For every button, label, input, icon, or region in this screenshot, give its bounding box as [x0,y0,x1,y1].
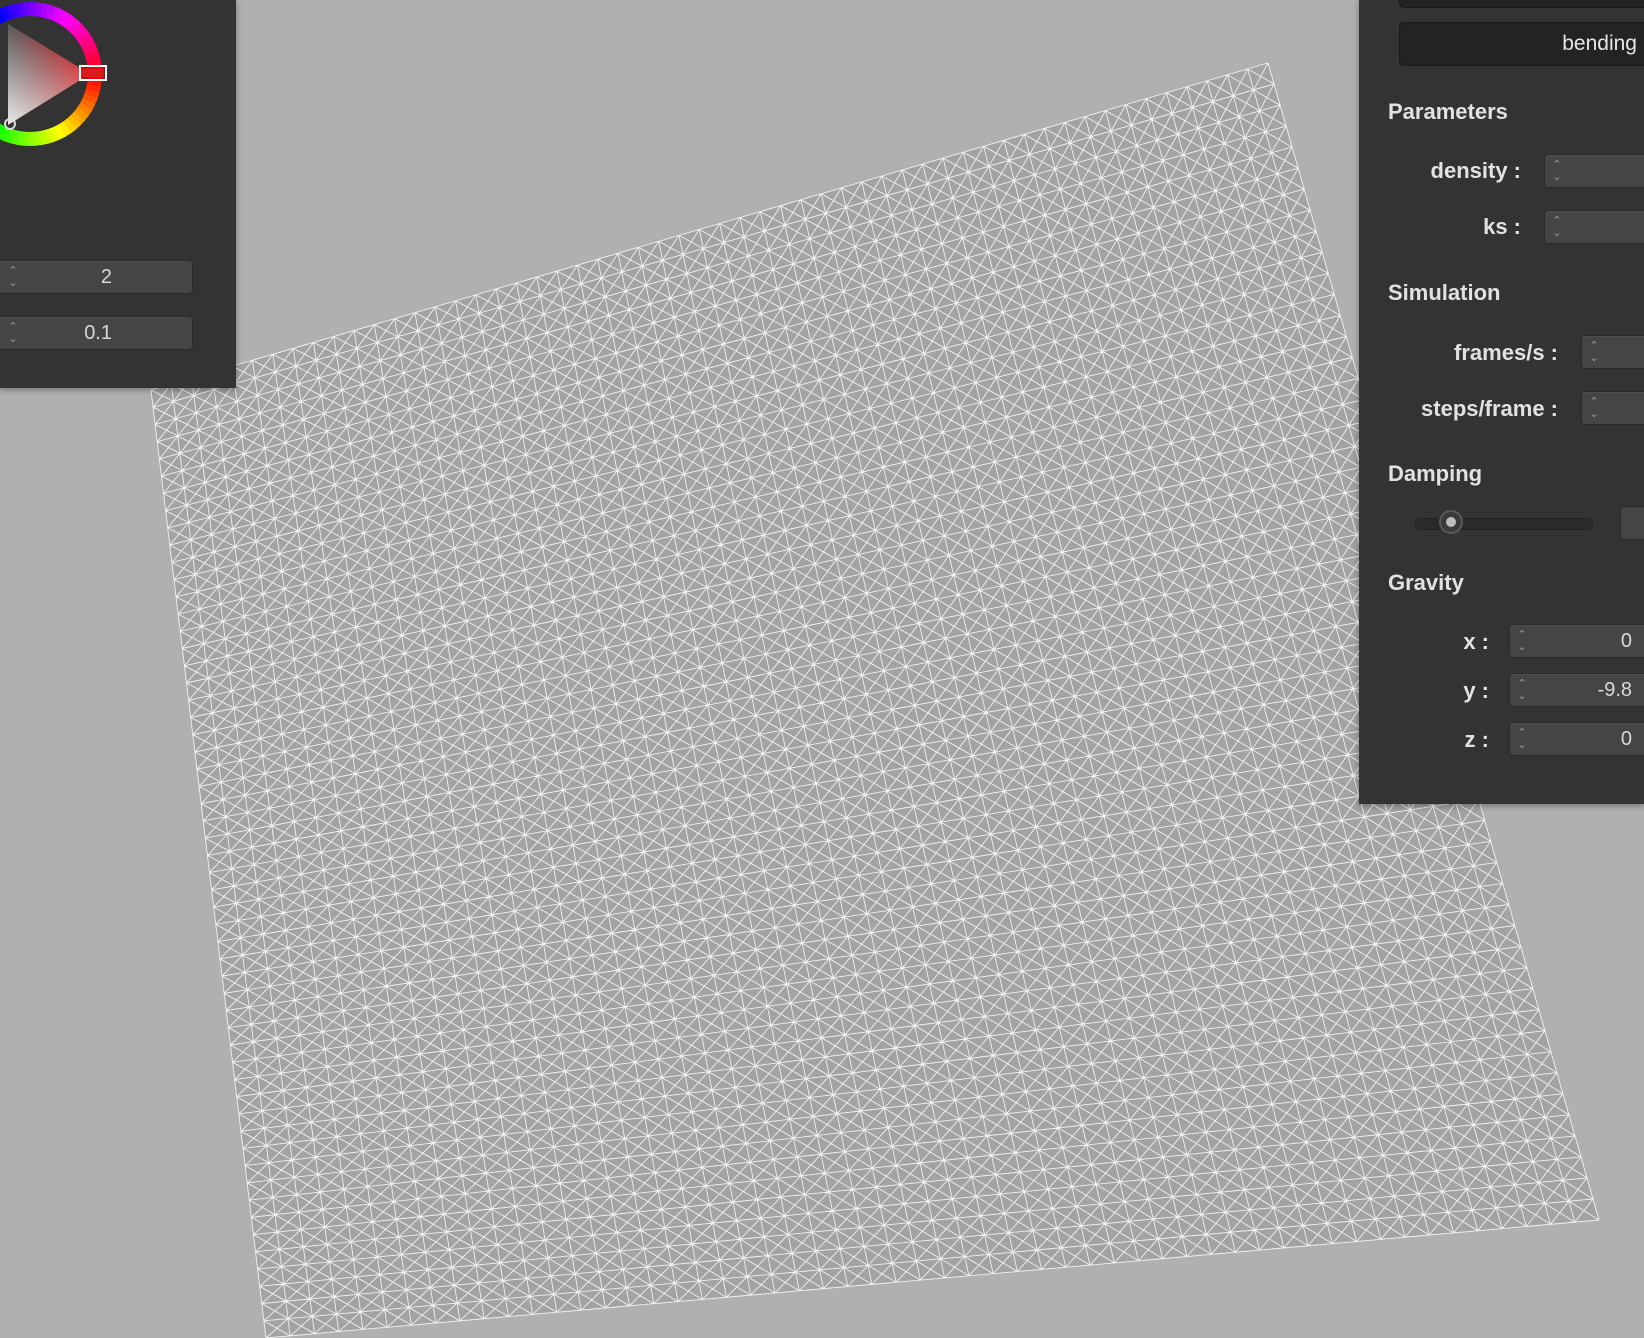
simulation-title: Simulation [1388,280,1501,305]
gravity-y-label: y : [1463,678,1489,703]
left-panel: ⌃ ⌄ 2 ⌃ ⌄ 0.1 [0,0,236,388]
density-label: density : [1430,158,1521,183]
left-field-2[interactable]: ⌃ ⌄ 0.1 [0,316,193,350]
steps-input[interactable]: ⌃ ⌄ [1581,391,1644,425]
spin-arrows-icon[interactable]: ⌃ ⌄ [1551,159,1563,183]
gravity-z-label: z : [1464,727,1489,752]
gravity-z-value: 0 [1620,728,1632,750]
gravity-x-label: x : [1463,629,1489,654]
gravity-y-value: -9.8 [1597,679,1632,701]
ks-label: ks : [1483,214,1521,239]
parameters-title: Parameters [1388,99,1508,124]
damping-input[interactable] [1620,506,1644,540]
spin-arrows-icon[interactable]: ⌃ ⌄ [1588,340,1600,364]
ks-input[interactable]: ⌃⌄ 500 [1544,210,1644,244]
spin-arrows-icon[interactable]: ⌃ ⌄ [1516,629,1528,653]
spin-arrows-icon[interactable]: ⌃ ⌄ [1551,215,1563,239]
damping-title: Damping [1388,461,1483,486]
spin-arrows-icon[interactable]: ⌃ ⌄ [1516,678,1528,702]
bending-button[interactable]: bending [1399,22,1644,66]
steps-label: steps/frame : [1421,396,1558,421]
top-field[interactable] [1399,0,1644,8]
gravity-x-input[interactable]: ⌃⌄ 0 m [1509,624,1644,658]
gravity-z-input[interactable]: ⌃⌄ 0 m [1509,722,1644,756]
gravity-title: Gravity [1388,570,1464,595]
fps-input[interactable]: ⌃ ⌄ [1581,335,1644,369]
spin-arrows-icon[interactable]: ⌃ ⌄ [7,321,19,345]
gravity-y-input[interactable]: ⌃⌄ -9.8 m [1509,673,1644,707]
right-panel: bending Parameters density : ⌃⌄ 1 ks : ⌃… [1359,0,1644,804]
density-input[interactable]: ⌃⌄ 1 [1544,154,1644,188]
fps-label: frames/s : [1454,340,1558,365]
spin-arrows-icon[interactable]: ⌃ ⌄ [7,265,19,289]
spin-arrows-icon[interactable]: ⌃ ⌄ [1516,727,1528,751]
spin-arrows-icon[interactable]: ⌃ ⌄ [1588,396,1600,420]
left-field-2-value: 0.1 [84,322,112,344]
damping-slider-handle[interactable] [1438,510,1463,534]
gravity-x-value: 0 [1620,630,1632,652]
left-field-1-value: 2 [100,266,112,288]
left-field-1[interactable]: ⌃ ⌄ 2 [0,260,193,294]
color-wheel-icon[interactable] [0,0,120,160]
